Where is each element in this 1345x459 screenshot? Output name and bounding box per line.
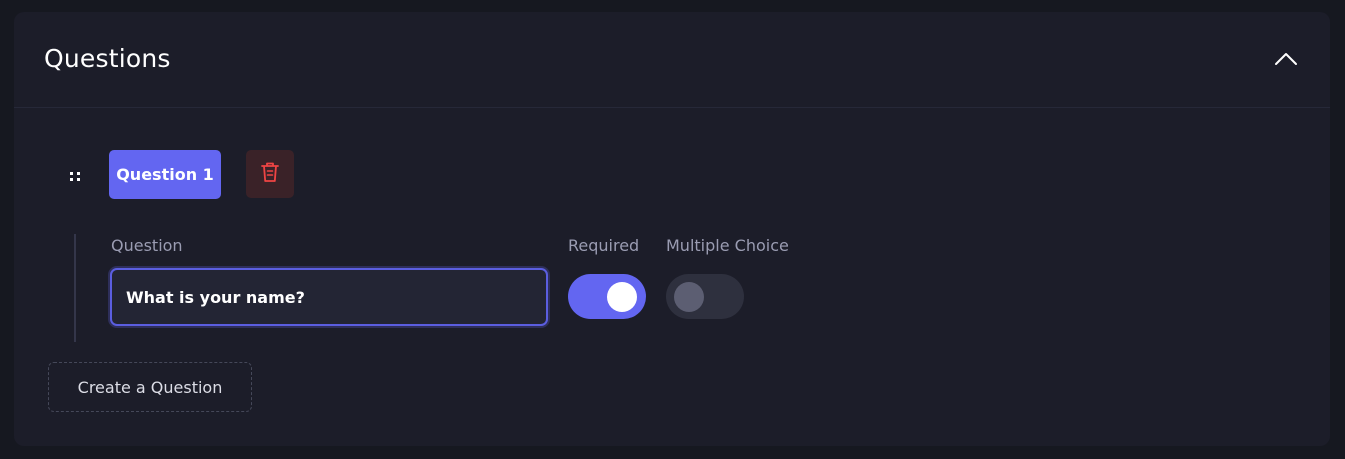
multiple-choice-label: Multiple Choice — [666, 236, 789, 255]
panel-title: Questions — [44, 44, 171, 73]
question-input[interactable] — [110, 268, 548, 326]
question-tab[interactable]: Question 1 — [109, 150, 221, 199]
toggle-knob — [607, 282, 637, 312]
question-body-divider — [74, 234, 76, 342]
create-question-button[interactable]: Create a Question — [48, 362, 252, 412]
required-toggle[interactable] — [568, 274, 646, 319]
trash-icon — [259, 160, 281, 188]
question-field-label: Question — [111, 236, 183, 255]
panel-header[interactable]: Questions — [14, 12, 1330, 108]
questions-panel: Questions Question 1 Question Required M… — [14, 12, 1330, 446]
required-label: Required — [568, 236, 640, 255]
chevron-up-icon[interactable] — [1272, 48, 1300, 70]
drag-handle-icon[interactable] — [70, 168, 84, 181]
toggle-knob — [674, 282, 704, 312]
delete-question-button[interactable] — [246, 150, 294, 198]
multiple-choice-toggle[interactable] — [666, 274, 744, 319]
